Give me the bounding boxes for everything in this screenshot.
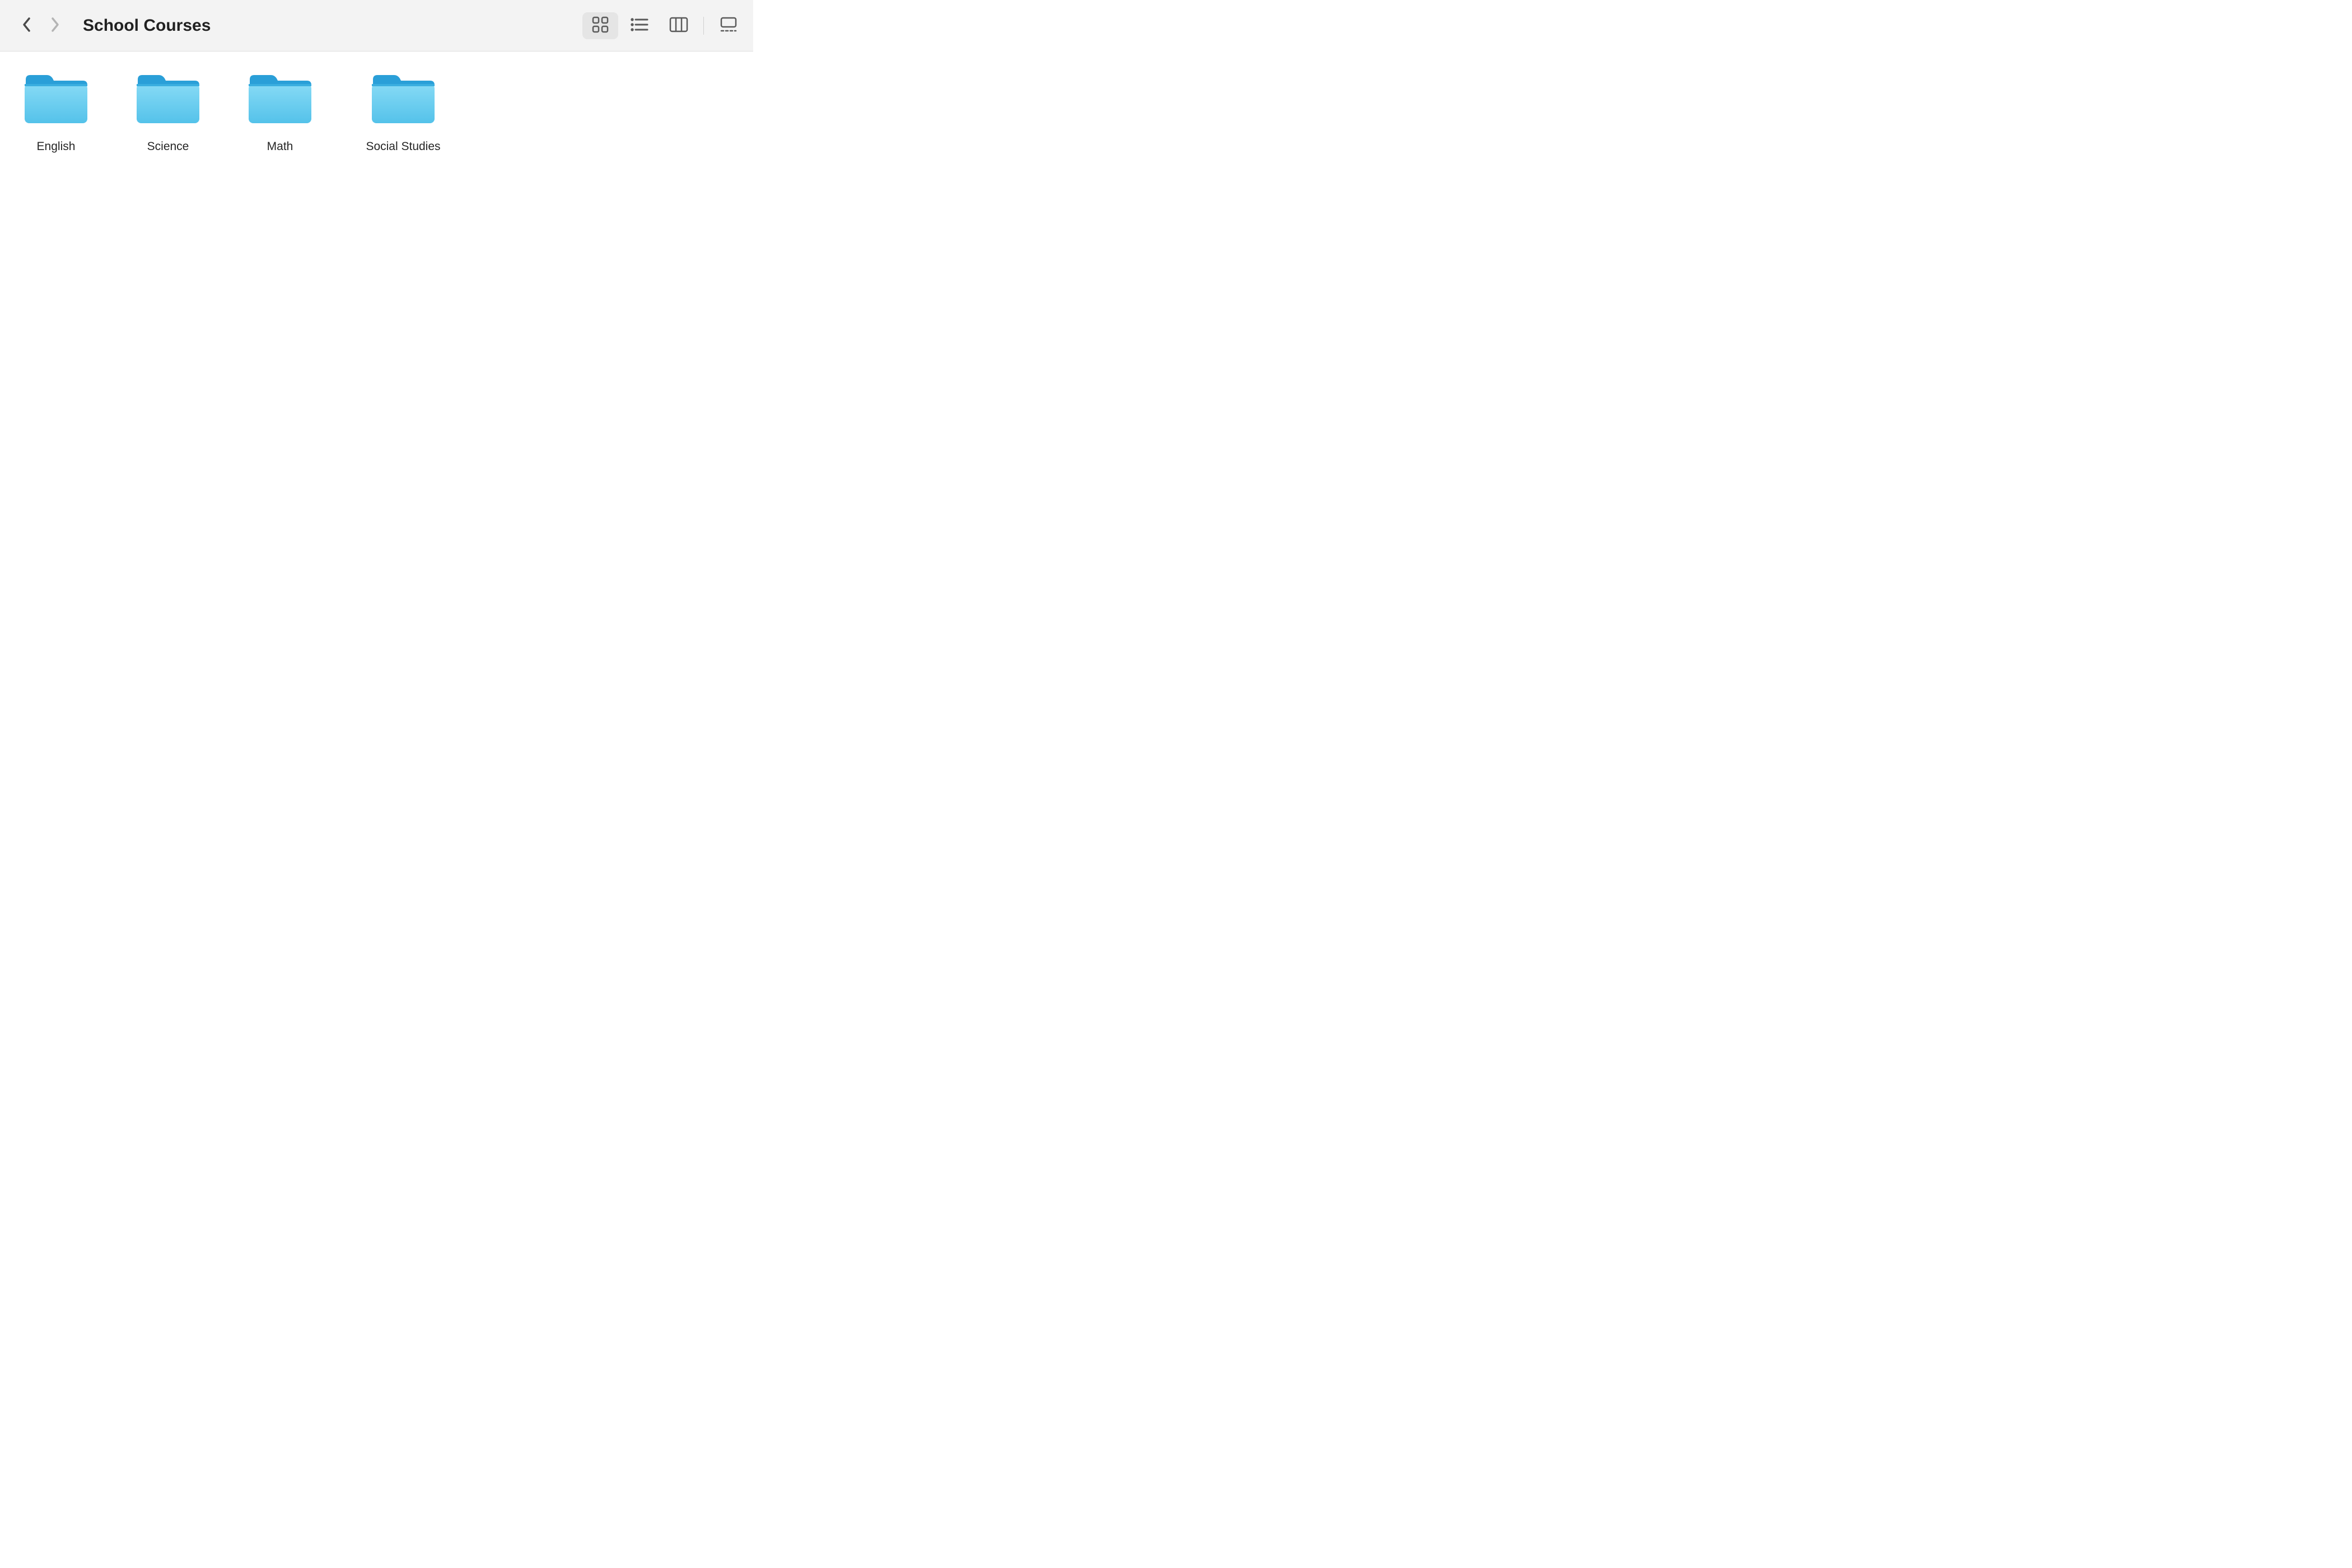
folder-icon xyxy=(20,71,92,129)
chevron-right-icon xyxy=(50,17,60,34)
folder-icon xyxy=(367,71,440,129)
content-area[interactable]: English Science xyxy=(0,52,753,173)
folder-icon xyxy=(244,71,316,129)
back-button[interactable] xyxy=(16,15,38,37)
folder-label: English xyxy=(37,139,76,154)
toolbar-divider xyxy=(703,17,704,35)
list-icon xyxy=(630,17,649,34)
folder-label: Math xyxy=(267,139,293,154)
folder-label: Science xyxy=(147,139,189,154)
forward-button[interactable] xyxy=(44,15,66,37)
toolbar-left: School Courses xyxy=(16,15,211,37)
list-view-button[interactable] xyxy=(622,12,657,39)
gallery-icon xyxy=(719,17,738,34)
folder-item[interactable]: Science xyxy=(123,68,213,156)
chevron-left-icon xyxy=(22,17,32,34)
toolbar: School Courses xyxy=(0,0,753,52)
grid-icon xyxy=(591,16,609,35)
folder-item[interactable]: English xyxy=(11,68,101,156)
gallery-view-button[interactable] xyxy=(711,12,746,39)
folder-item[interactable]: Social Studies xyxy=(347,68,459,156)
folder-label: Social Studies xyxy=(366,139,440,154)
toolbar-right xyxy=(582,12,746,39)
folder-icon xyxy=(132,71,204,129)
page-title: School Courses xyxy=(83,16,211,35)
column-view-button[interactable] xyxy=(661,12,697,39)
icon-view-button[interactable] xyxy=(582,12,618,39)
columns-icon xyxy=(669,17,688,34)
folder-item[interactable]: Math xyxy=(235,68,325,156)
